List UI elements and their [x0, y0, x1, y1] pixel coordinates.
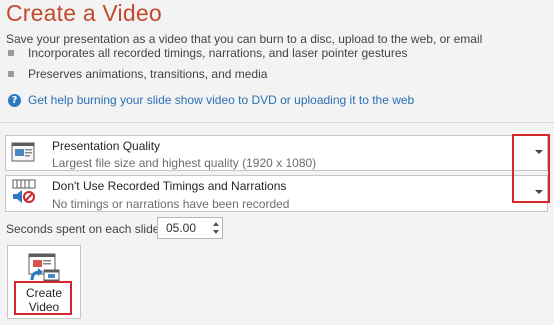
- help-row: ? Get help burning your slide show video…: [8, 93, 414, 107]
- no-timings-icon: [12, 179, 36, 203]
- page-description: Save your presentation as a video that y…: [6, 32, 483, 46]
- create-label-line1: Create: [25, 286, 63, 300]
- create-video-label: Create Video: [8, 286, 80, 314]
- bullet-square-icon: [8, 50, 14, 56]
- seconds-input[interactable]: [158, 218, 208, 238]
- bullet-item: Preserves animations, transitions, and m…: [8, 67, 267, 81]
- seconds-stepper[interactable]: [157, 217, 223, 239]
- bullet-item: Incorporates all recorded timings, narra…: [8, 46, 408, 60]
- quality-dropdown[interactable]: Presentation Quality Largest file size a…: [5, 135, 548, 171]
- spin-up-icon[interactable]: [213, 222, 219, 226]
- create-video-button[interactable]: Create Video: [7, 245, 81, 319]
- bullet-square-icon: [8, 71, 14, 77]
- chevron-down-icon[interactable]: [535, 190, 543, 194]
- page-title: Create a Video: [6, 0, 162, 26]
- spin-down-icon[interactable]: [213, 230, 219, 234]
- create-label-line2: Video: [28, 300, 60, 314]
- bullet-text: Incorporates all recorded timings, narra…: [28, 46, 408, 60]
- timings-dropdown[interactable]: Don't Use Recorded Timings and Narration…: [5, 175, 548, 212]
- section-divider: [0, 122, 554, 123]
- timings-label: Don't Use Recorded Timings and Narration…: [52, 179, 287, 193]
- seconds-label: Seconds spent on each slide:: [6, 222, 163, 236]
- timings-description: No timings or narrations have been recor…: [52, 197, 290, 211]
- chevron-down-icon[interactable]: [535, 150, 543, 154]
- help-link[interactable]: Get help burning your slide show video t…: [28, 93, 414, 107]
- presentation-quality-icon: [11, 142, 35, 162]
- quality-description: Largest file size and highest quality (1…: [52, 156, 317, 170]
- bullet-text: Preserves animations, transitions, and m…: [28, 67, 268, 81]
- quality-label: Presentation Quality: [52, 139, 161, 153]
- help-icon: ?: [8, 93, 21, 107]
- create-video-icon: [28, 253, 60, 283]
